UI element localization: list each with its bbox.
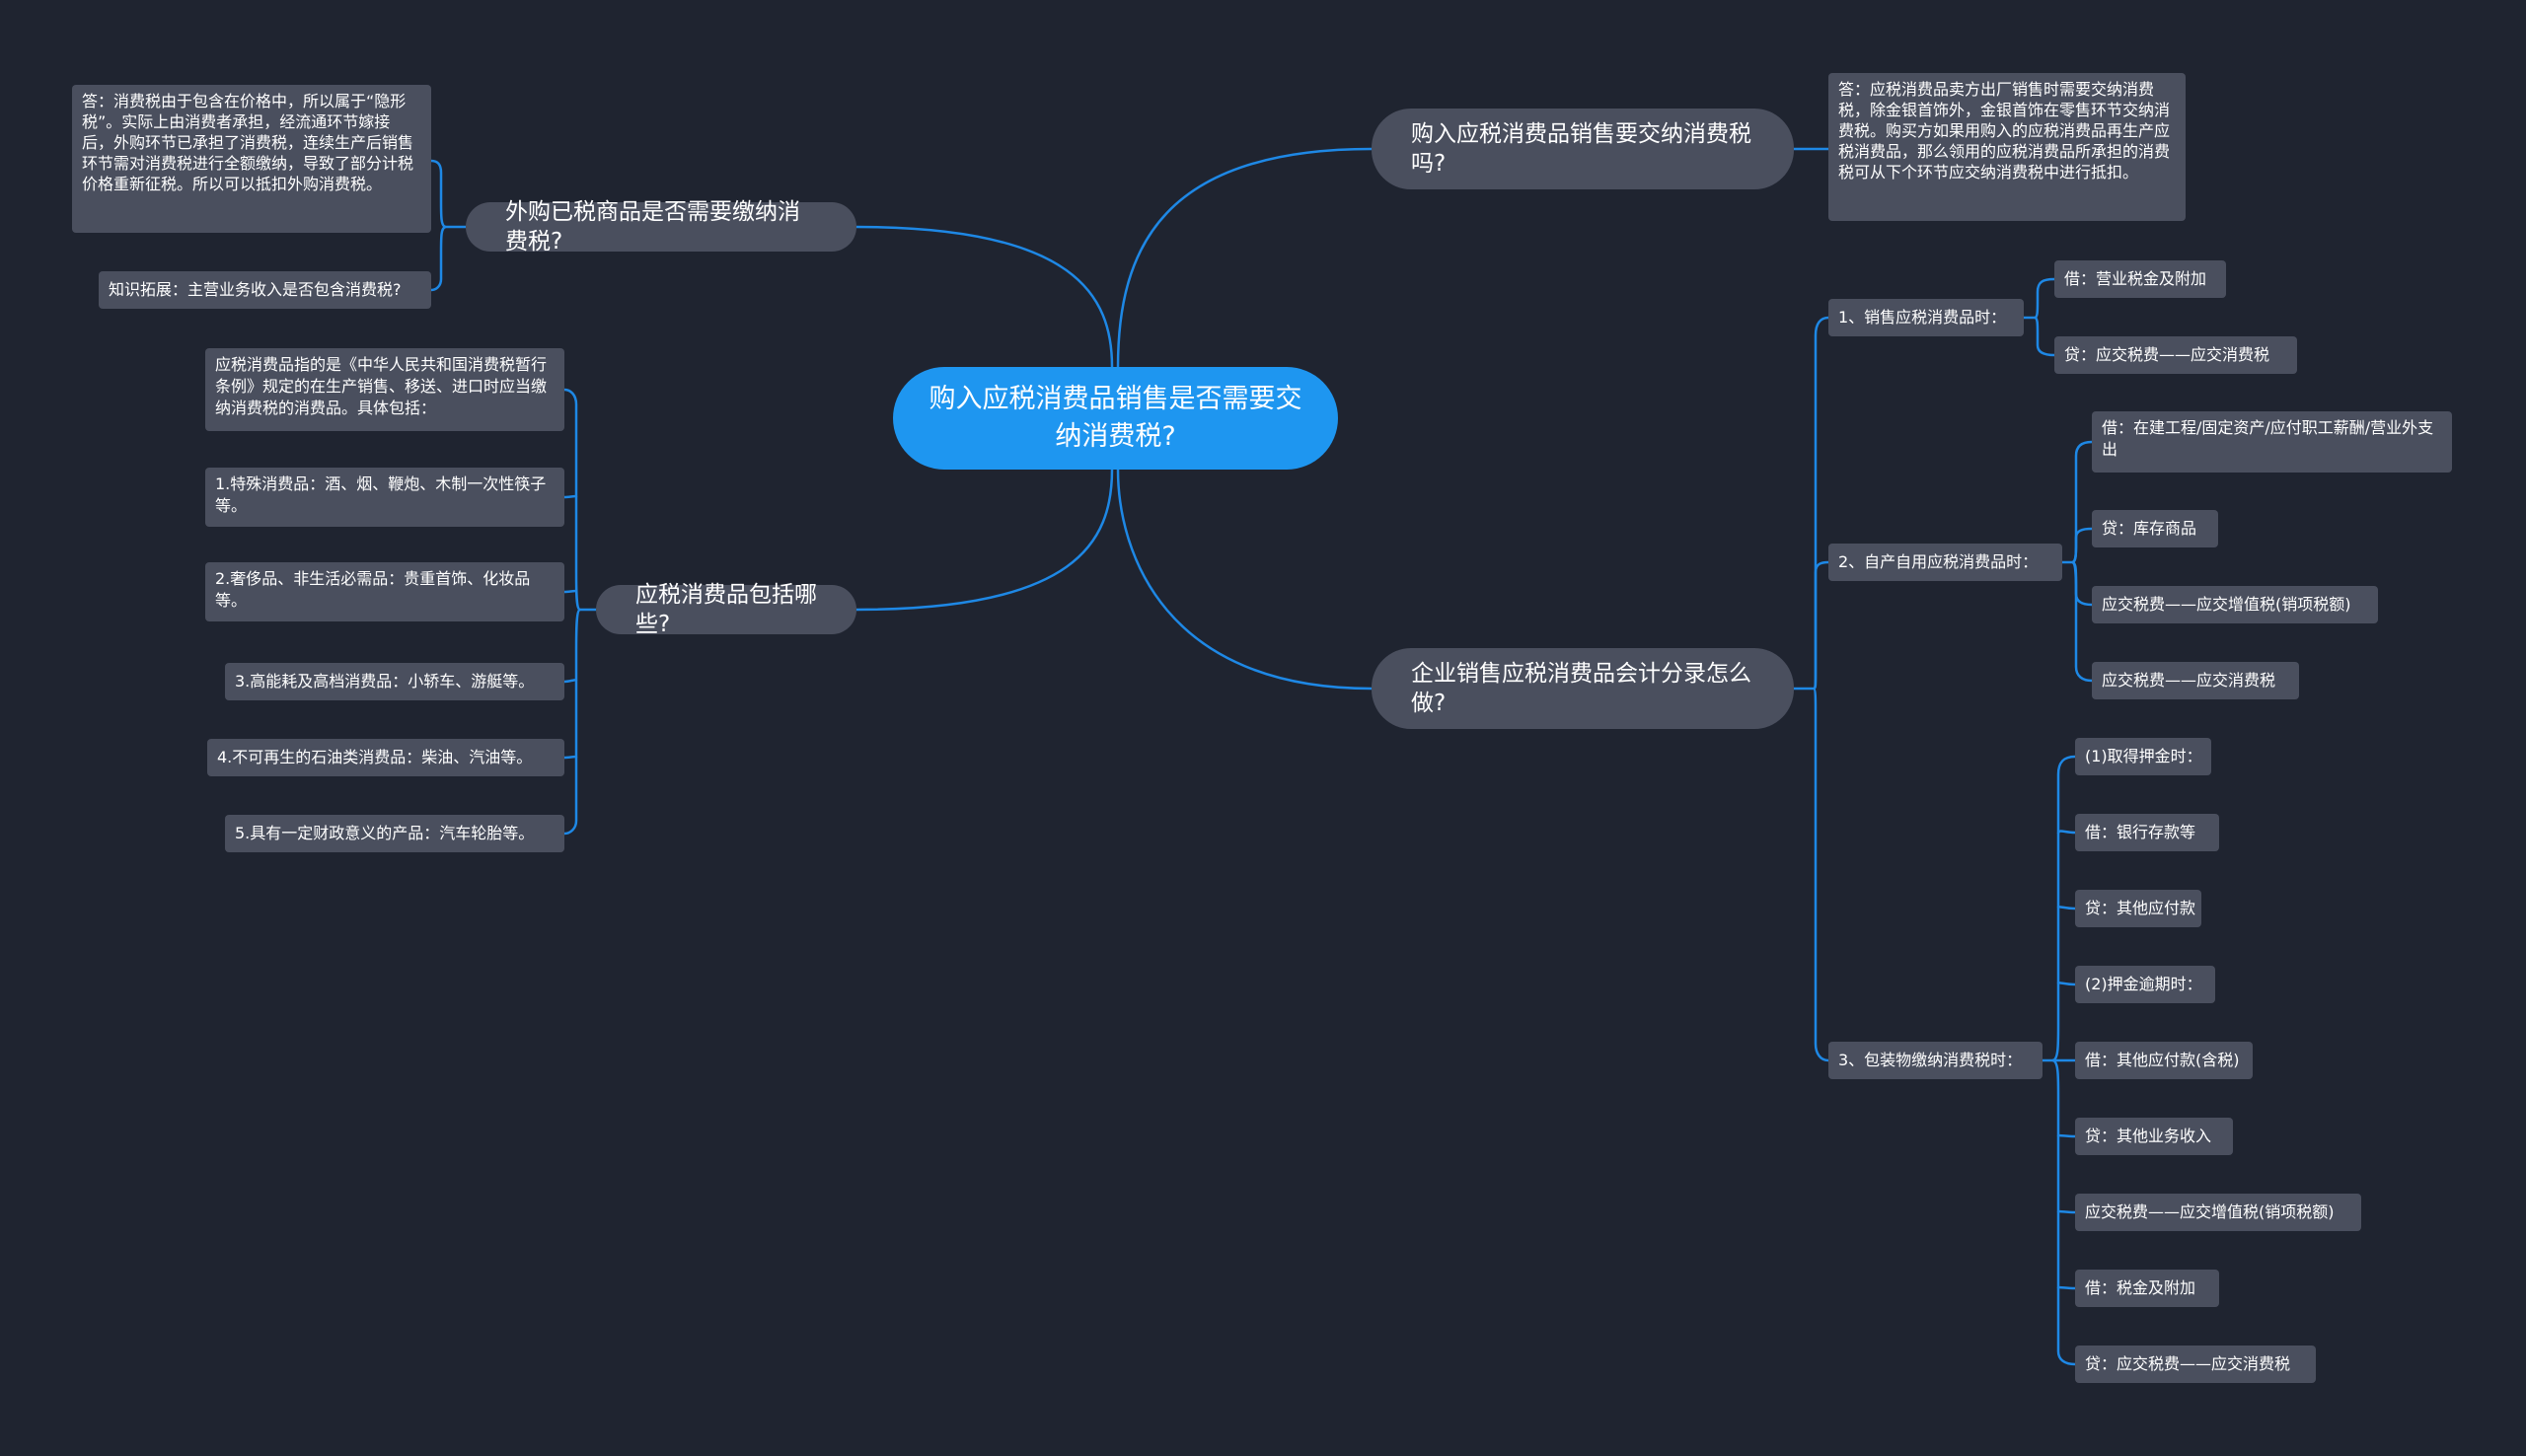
leaf-packaging-5[interactable]: 借：其他应付款(含税) bbox=[2075, 1042, 2253, 1079]
include-item-4-text: 4.不可再生的石油类消费品：柴油、汽油等。 bbox=[217, 748, 533, 766]
leaf-packaging-6-text: 贷：其他业务收入 bbox=[2085, 1127, 2212, 1145]
include-intro-text: 应税消费品指的是《中华人民共和国消费税暂行条例》规定的在生产销售、移送、进口时应… bbox=[215, 355, 548, 417]
include-intro[interactable]: 应税消费品指的是《中华人民共和国消费税暂行条例》规定的在生产销售、移送、进口时应… bbox=[205, 348, 564, 431]
leaf-sale-2-text: 贷：应交税费——应交消费税 bbox=[2064, 345, 2270, 364]
answer-q-pay-text: 答：应税消费品卖方出厂销售时需要交纳消费税，除金银首饰外，金银首饰在零售环节交纳… bbox=[1838, 80, 2171, 182]
sub-sale[interactable]: 1、销售应税消费品时： bbox=[1828, 299, 2024, 336]
sub-self-use[interactable]: 2、自产自用应税消费品时： bbox=[1828, 544, 2062, 581]
sub-packaging[interactable]: 3、包装物缴纳消费税时： bbox=[1828, 1042, 2043, 1079]
include-item-5[interactable]: 5.具有一定财政意义的产品：汽车轮胎等。 bbox=[225, 815, 564, 852]
sub-self-use-label: 2、自产自用应税消费品时： bbox=[1838, 552, 2039, 571]
leaf-sale-2[interactable]: 贷：应交税费——应交消费税 bbox=[2054, 336, 2297, 374]
sub-sale-label: 1、销售应税消费品时： bbox=[1838, 308, 2007, 327]
answer-q-outsourced-text: 答：消费税由于包含在价格中，所以属于“隐形税”。实际上由消费者承担，经流通环节嫁… bbox=[82, 92, 414, 193]
leaf-packaging-6[interactable]: 贷：其他业务收入 bbox=[2075, 1118, 2233, 1155]
answer-q-outsourced-extra-text: 知识拓展：主营业务收入是否包含消费税? bbox=[109, 280, 402, 299]
leaf-packaging-8-text: 借：税金及附加 bbox=[2085, 1278, 2196, 1297]
topic-q-accounting[interactable]: 企业销售应税消费品会计分录怎么做? bbox=[1372, 648, 1794, 729]
leaf-packaging-2[interactable]: 借：银行存款等 bbox=[2075, 814, 2219, 851]
answer-q-outsourced: 答：消费税由于包含在价格中，所以属于“隐形税”。实际上由消费者承担，经流通环节嫁… bbox=[72, 85, 431, 233]
leaf-self-use-3[interactable]: 应交税费——应交增值税(销项税额) bbox=[2092, 586, 2378, 623]
leaf-self-use-4-text: 应交税费——应交消费税 bbox=[2102, 671, 2276, 690]
topic-q-outsourced[interactable]: 外购已税商品是否需要缴纳消费税? bbox=[466, 199, 856, 255]
leaf-self-use-4[interactable]: 应交税费——应交消费税 bbox=[2092, 662, 2299, 699]
leaf-sale-1-text: 借：营业税金及附加 bbox=[2064, 269, 2207, 288]
topic-q-outsourced-label: 外购已税商品是否需要缴纳消费税? bbox=[505, 199, 800, 255]
include-item-3-text: 3.高能耗及高档消费品：小轿车、游艇等。 bbox=[235, 672, 535, 691]
leaf-packaging-4-text: (2)押金逾期时： bbox=[2085, 975, 2202, 993]
include-item-4[interactable]: 4.不可再生的石油类消费品：柴油、汽油等。 bbox=[207, 739, 564, 776]
include-item-2-text: 2.奢侈品、非生活必需品：贵重首饰、化妆品等。 bbox=[215, 569, 531, 610]
leaf-packaging-3[interactable]: 贷：其他应付款 bbox=[2075, 890, 2201, 927]
leaf-packaging-2-text: 借：银行存款等 bbox=[2085, 823, 2196, 841]
answer-q-outsourced-extra[interactable]: 知识拓展：主营业务收入是否包含消费税? bbox=[99, 271, 431, 309]
leaf-self-use-1[interactable]: 借：在建工程/固定资产/应付职工薪酬/营业外支出 bbox=[2092, 411, 2452, 473]
leaf-packaging-9[interactable]: 贷：应交税费——应交消费税 bbox=[2075, 1346, 2316, 1383]
topic-q-pay[interactable]: 购入应税消费品销售要交纳消费税吗? bbox=[1372, 109, 1794, 189]
leaf-packaging-7[interactable]: 应交税费——应交增值税(销项税额) bbox=[2075, 1194, 2361, 1231]
leaf-packaging-8[interactable]: 借：税金及附加 bbox=[2075, 1270, 2219, 1307]
leaf-self-use-1-text: 借：在建工程/固定资产/应付职工薪酬/营业外支出 bbox=[2102, 418, 2434, 459]
include-item-3[interactable]: 3.高能耗及高档消费品：小轿车、游艇等。 bbox=[225, 663, 564, 700]
leaf-packaging-4[interactable]: (2)押金逾期时： bbox=[2075, 966, 2215, 1003]
root-topic-label: 购入应税消费品销售是否需要交纳消费税? bbox=[929, 384, 1302, 452]
answer-q-pay: 答：应税消费品卖方出厂销售时需要交纳消费税，除金银首饰外，金银首饰在零售环节交纳… bbox=[1828, 73, 2186, 221]
topic-q-include[interactable]: 应税消费品包括哪些? bbox=[596, 582, 856, 637]
leaf-packaging-9-text: 贷：应交税费——应交消费税 bbox=[2085, 1354, 2291, 1373]
leaf-packaging-3-text: 贷：其他应付款 bbox=[2085, 899, 2196, 917]
include-item-5-text: 5.具有一定财政意义的产品：汽车轮胎等。 bbox=[235, 824, 535, 842]
leaf-packaging-5-text: 借：其他应付款(含税) bbox=[2085, 1051, 2240, 1069]
root-topic[interactable]: 购入应税消费品销售是否需要交纳消费税? bbox=[893, 367, 1338, 470]
include-item-2[interactable]: 2.奢侈品、非生活必需品：贵重首饰、化妆品等。 bbox=[205, 562, 564, 621]
leaf-packaging-1[interactable]: (1)取得押金时： bbox=[2075, 738, 2211, 775]
leaf-self-use-2[interactable]: 贷：库存商品 bbox=[2092, 510, 2218, 547]
leaf-self-use-3-text: 应交税费——应交增值税(销项税额) bbox=[2102, 595, 2351, 614]
leaf-packaging-1-text: (1)取得押金时： bbox=[2085, 747, 2202, 765]
include-item-1-text: 1.特殊消费品：酒、烟、鞭炮、木制一次性筷子等。 bbox=[215, 474, 547, 515]
topic-q-accounting-label: 企业销售应税消费品会计分录怎么做? bbox=[1411, 661, 1751, 716]
leaf-sale-1[interactable]: 借：营业税金及附加 bbox=[2054, 260, 2226, 298]
include-item-1[interactable]: 1.特殊消费品：酒、烟、鞭炮、木制一次性筷子等。 bbox=[205, 468, 564, 527]
topic-q-include-label: 应税消费品包括哪些? bbox=[635, 582, 817, 637]
leaf-self-use-2-text: 贷：库存商品 bbox=[2102, 519, 2197, 538]
topic-q-pay-label: 购入应税消费品销售要交纳消费税吗? bbox=[1411, 121, 1751, 177]
leaf-packaging-7-text: 应交税费——应交增值税(销项税额) bbox=[2085, 1202, 2335, 1221]
sub-packaging-label: 3、包装物缴纳消费税时： bbox=[1838, 1051, 2023, 1069]
